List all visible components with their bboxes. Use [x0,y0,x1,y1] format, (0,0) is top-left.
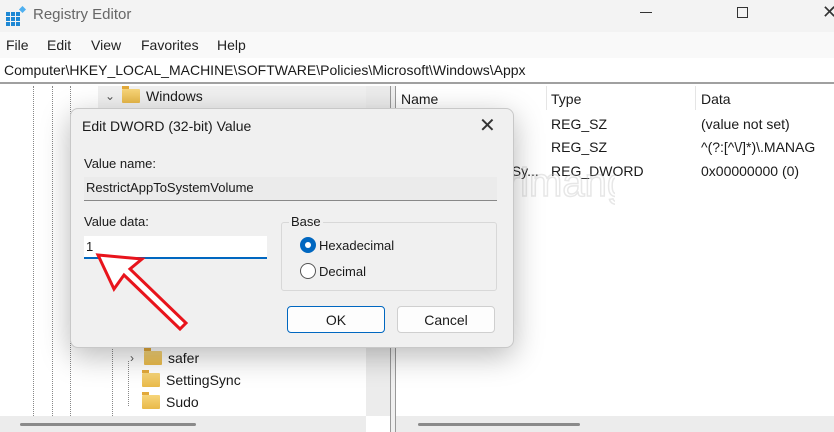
dialog-close-icon[interactable]: ✕ [479,113,496,138]
value-data-label: Value data: [84,214,149,229]
value-name-field[interactable]: RestrictAppToSystemVolume [84,177,497,201]
close-icon[interactable]: ✕ [822,2,834,23]
radio-unselected-icon[interactable] [300,263,316,279]
red-arrow-annotation [95,253,189,332]
radio-selected-icon[interactable] [300,237,316,253]
radio-label: Decimal [319,263,366,279]
base-group [281,222,497,291]
folder-icon [122,86,140,103]
column-header-name[interactable]: Name [401,91,438,107]
folder-icon [144,348,162,365]
menu-view[interactable]: View [91,37,121,53]
tree-node-windows[interactable]: ⌄ Windows [98,86,366,108]
menu-help[interactable]: Help [217,37,246,53]
menu-edit[interactable]: Edit [47,37,71,53]
menu-favorites[interactable]: Favorites [141,37,199,53]
cancel-button[interactable]: Cancel [397,306,495,333]
row-data: 0x00000000 (0) [701,163,800,179]
list-horizontal-scrollbar[interactable] [396,416,834,432]
tree-node-sudo[interactable]: Sudo [138,392,199,410]
folder-icon [142,370,160,387]
radio-label: Hexadecimal [319,237,395,253]
regedit-app-icon [6,6,26,26]
tree-node-safer[interactable]: › safer [126,348,200,366]
radio-hexadecimal[interactable]: Hexadecimal [300,237,394,253]
folder-icon [142,392,160,409]
radio-decimal[interactable]: Decimal [300,263,366,279]
menu-file[interactable]: File [6,37,29,53]
ok-button[interactable]: OK [287,306,385,333]
row-data: ^(?:[^\/]*)\.MANAG [701,139,816,155]
dialog-title: Edit DWORD (32-bit) Value [82,118,252,134]
tree-node-label: SettingSync [166,372,241,388]
row-type: REG_SZ [551,116,608,132]
column-header-data[interactable]: Data [701,91,731,107]
chevron-right-icon[interactable]: › [126,351,138,365]
title-bar: Registry Editor ✕ [0,0,834,32]
window-title: Registry Editor [33,6,132,23]
value-name-label: Value name: [84,156,157,171]
maximize-icon[interactable] [737,7,748,18]
row-data: (value not set) [701,116,790,132]
tree-node-label: Sudo [166,394,199,410]
tree-node-label: Windows [146,88,203,104]
menu-bar: File Edit View Favorites Help [0,32,834,58]
base-label: Base [289,214,323,229]
chevron-down-icon[interactable]: ⌄ [104,89,116,103]
minimize-icon[interactable] [640,12,652,13]
address-bar[interactable]: Computer\HKEY_LOCAL_MACHINE\SOFTWARE\Pol… [0,58,834,84]
tree-horizontal-scrollbar[interactable] [0,416,366,432]
column-header-type[interactable]: Type [551,91,581,107]
tree-node-label: safer [168,350,200,366]
tree-node-settingsync[interactable]: SettingSync [138,370,241,388]
